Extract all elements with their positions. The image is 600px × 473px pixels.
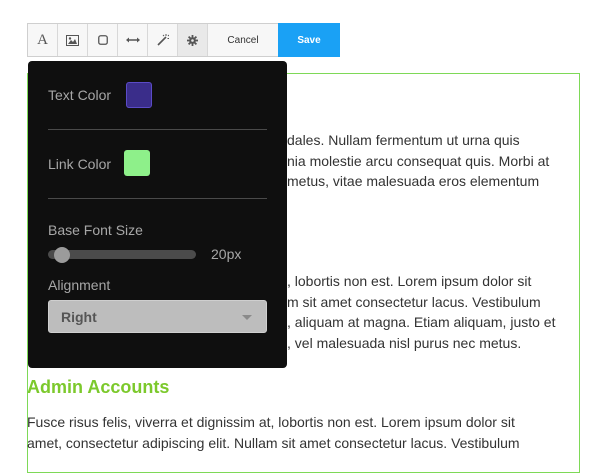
chevron-down-icon bbox=[242, 315, 252, 320]
font-size-slider-track[interactable] bbox=[48, 250, 196, 259]
divider bbox=[48, 198, 267, 199]
horizontal-rule-button[interactable] bbox=[118, 24, 148, 56]
settings-button[interactable] bbox=[178, 24, 208, 56]
text-format-icon: A bbox=[37, 31, 48, 48]
paragraph-3-line-1: Fusce risus felis, viverra et dignissim … bbox=[27, 414, 515, 430]
horizontal-rule-icon bbox=[125, 37, 140, 43]
border-style-icon bbox=[97, 35, 108, 45]
alignment-selected-value: Right bbox=[61, 309, 97, 325]
text-format-button[interactable]: A bbox=[28, 24, 58, 56]
magic-wand-button[interactable] bbox=[148, 24, 178, 56]
save-button[interactable]: Save bbox=[278, 23, 340, 57]
text-color-swatch[interactable] bbox=[126, 82, 152, 108]
paragraph-3[interactable]: Fusce risus felis, viverra et dignissim … bbox=[27, 412, 587, 453]
link-color-swatch[interactable] bbox=[124, 150, 150, 176]
link-color-label: Link Color bbox=[48, 156, 112, 172]
cancel-button[interactable]: Cancel bbox=[208, 24, 278, 56]
section-heading[interactable]: Admin Accounts bbox=[27, 377, 169, 398]
image-button[interactable] bbox=[58, 24, 88, 56]
gear-icon bbox=[187, 34, 198, 46]
alignment-label: Alignment bbox=[48, 277, 111, 293]
paragraph-3-line-2: amet, consectetur adipiscing elit. Nulla… bbox=[27, 434, 520, 451]
image-icon bbox=[66, 34, 79, 46]
style-settings-popover: Text Color Link Color Base Font Size 20p… bbox=[28, 61, 287, 368]
font-size-label: Base Font Size bbox=[48, 222, 143, 238]
border-style-button[interactable] bbox=[88, 24, 118, 56]
magic-wand-icon bbox=[156, 34, 169, 46]
editor-toolbar: A Cancel Save bbox=[27, 23, 340, 57]
divider bbox=[48, 129, 267, 130]
font-size-value: 20px bbox=[211, 246, 242, 262]
text-color-label: Text Color bbox=[48, 87, 112, 103]
alignment-select[interactable]: Right bbox=[48, 300, 267, 333]
font-size-slider-handle[interactable] bbox=[54, 247, 70, 263]
